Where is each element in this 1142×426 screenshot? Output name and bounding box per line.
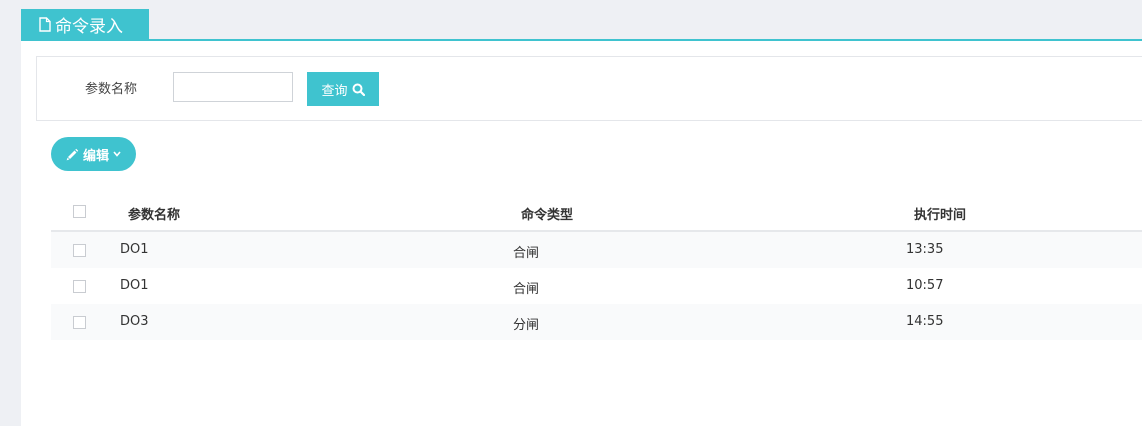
command-table: 参数名称 命令类型 执行时间 DO1 合闸 13:35 DO1 合闸 10:57… [51, 193, 1142, 340]
table-row[interactable]: DO1 合闸 13:35 [51, 232, 1142, 268]
edit-button-label: 编辑 [82, 148, 109, 164]
cell-command-type: 合闸 [513, 246, 540, 261]
cell-exec-time: 13:35 [906, 242, 944, 257]
content-panel: 命令录入 参数名称 查询 编辑 参数名称 命令类型 执行时间 DO1 合闸 13… [21, 0, 1142, 426]
row-checkbox[interactable] [73, 316, 86, 329]
param-name-input[interactable] [173, 72, 293, 102]
row-checkbox[interactable] [73, 244, 86, 257]
edit-dropdown-button[interactable]: 编辑 [51, 137, 136, 171]
row-checkbox[interactable] [73, 280, 86, 293]
panel-title: 命令录入 [55, 16, 123, 37]
chevron-down-icon [113, 151, 121, 157]
table-row[interactable]: DO3 分闸 14:55 [51, 304, 1142, 340]
cell-exec-time: 14:55 [906, 314, 944, 329]
cell-command-type: 分闸 [513, 318, 540, 333]
cell-exec-time: 10:57 [906, 278, 944, 293]
search-form: 参数名称 查询 [36, 56, 1142, 121]
cell-command-type: 合闸 [513, 282, 540, 297]
table-row[interactable]: DO1 合闸 10:57 [51, 268, 1142, 304]
panel-title-tab: 命令录入 [21, 9, 149, 39]
cell-param-name: DO1 [120, 278, 149, 293]
header-exec-time[interactable]: 执行时间 [914, 204, 966, 223]
panel-header: 命令录入 [21, 0, 1142, 41]
select-all-checkbox[interactable] [73, 205, 86, 218]
cell-param-name: DO1 [120, 242, 149, 257]
query-button-label: 查询 [321, 83, 348, 99]
cell-param-name: DO3 [120, 314, 149, 329]
search-icon [352, 83, 365, 96]
query-button[interactable]: 查询 [307, 72, 379, 106]
header-param-name[interactable]: 参数名称 [128, 204, 180, 223]
pencil-icon [66, 148, 79, 161]
document-icon [39, 16, 51, 32]
header-command-type[interactable]: 命令类型 [521, 204, 573, 223]
table-header: 参数名称 命令类型 执行时间 [51, 193, 1142, 232]
param-name-label: 参数名称 [85, 82, 138, 97]
